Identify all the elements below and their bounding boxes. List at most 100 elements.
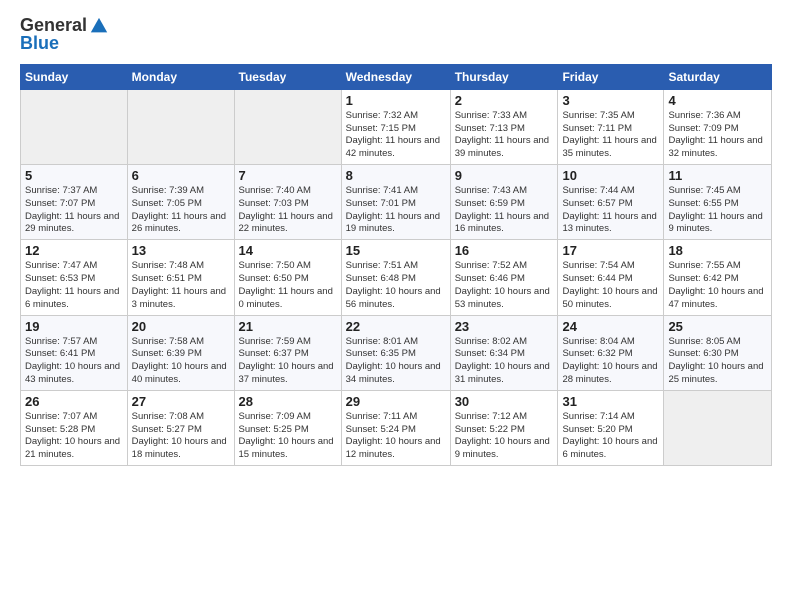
calendar-cell: 9 Sunrise: 7:43 AMSunset: 6:59 PMDaylight… — [450, 165, 558, 240]
calendar-cell: 18Sunrise: 7:55 AMSunset: 6:42 PMDayligh… — [664, 240, 772, 315]
day-number: 23 — [455, 319, 554, 334]
day-number: 2 — [455, 93, 554, 108]
day-info: Sunrise: 7:33 AMSunset: 7:13 PMDaylight:… — [455, 110, 554, 161]
day-number: 24 — [562, 319, 659, 334]
weekday-header-sunday: Sunday — [21, 64, 128, 89]
week-row-1: 1 Sunrise: 7:32 AMSunset: 7:15 PMDaylight… — [21, 89, 772, 164]
day-number: 13 — [132, 243, 230, 258]
day-info: Sunrise: 7:37 AMSunset: 7:07 PMDaylight:… — [25, 185, 123, 236]
day-info: Sunrise: 7:36 AMSunset: 7:09 PMDaylight:… — [668, 110, 767, 161]
calendar-cell: 11Sunrise: 7:45 AMSunset: 6:55 PMDayligh… — [664, 165, 772, 240]
calendar-cell — [664, 390, 772, 465]
day-number: 7 — [239, 168, 337, 183]
day-number: 1 — [346, 93, 446, 108]
calendar-cell: 16 Sunrise: 7:52 AMSunset: 6:46 PMDayligh… — [450, 240, 558, 315]
page: General Blue SundayMondayTuesdayWednesda… — [0, 0, 792, 476]
day-info: Sunrise: 7:44 AMSunset: 6:57 PMDaylight:… — [562, 185, 659, 236]
day-info: Sunrise: 7:12 AMSunset: 5:22 PMDaylight:… — [455, 411, 554, 462]
calendar-cell: 8 Sunrise: 7:41 AMSunset: 7:01 PMDaylight… — [341, 165, 450, 240]
calendar-cell: 27 Sunrise: 7:08 AMSunset: 5:27 PMDayligh… — [127, 390, 234, 465]
day-number: 26 — [25, 394, 123, 409]
calendar-cell — [21, 89, 128, 164]
calendar-cell: 14 Sunrise: 7:50 AMSunset: 6:50 PMDayligh… — [234, 240, 341, 315]
header: General Blue — [20, 16, 772, 54]
calendar-cell: 4 Sunrise: 7:36 AMSunset: 7:09 PMDaylight… — [664, 89, 772, 164]
day-number: 3 — [562, 93, 659, 108]
weekday-header-tuesday: Tuesday — [234, 64, 341, 89]
day-number: 25 — [668, 319, 767, 334]
day-number: 10 — [562, 168, 659, 183]
weekday-header-saturday: Saturday — [664, 64, 772, 89]
day-info: Sunrise: 7:58 AMSunset: 6:39 PMDaylight:… — [132, 336, 230, 387]
weekday-header-monday: Monday — [127, 64, 234, 89]
calendar-cell: 10 Sunrise: 7:44 AMSunset: 6:57 PMDayligh… — [558, 165, 664, 240]
calendar-cell: 2 Sunrise: 7:33 AMSunset: 7:13 PMDaylight… — [450, 89, 558, 164]
day-info: Sunrise: 7:52 AMSunset: 6:46 PMDaylight:… — [455, 260, 554, 311]
day-info: Sunrise: 7:40 AMSunset: 7:03 PMDaylight:… — [239, 185, 337, 236]
day-info: Sunrise: 7:07 AMSunset: 5:28 PMDaylight:… — [25, 411, 123, 462]
logo-blue-text: Blue — [20, 34, 109, 54]
day-number: 14 — [239, 243, 337, 258]
day-number: 30 — [455, 394, 554, 409]
calendar-cell: 25 Sunrise: 8:05 AMSunset: 6:30 PMDayligh… — [664, 315, 772, 390]
weekday-header-thursday: Thursday — [450, 64, 558, 89]
day-number: 18 — [668, 243, 767, 258]
day-info: Sunrise: 7:59 AMSunset: 6:37 PMDaylight:… — [239, 336, 337, 387]
calendar-cell: 5 Sunrise: 7:37 AMSunset: 7:07 PMDaylight… — [21, 165, 128, 240]
calendar-cell: 20 Sunrise: 7:58 AMSunset: 6:39 PMDayligh… — [127, 315, 234, 390]
day-info: Sunrise: 7:47 AMSunset: 6:53 PMDaylight:… — [25, 260, 123, 311]
calendar-cell: 31 Sunrise: 7:14 AMSunset: 5:20 PMDayligh… — [558, 390, 664, 465]
week-row-2: 5 Sunrise: 7:37 AMSunset: 7:07 PMDaylight… — [21, 165, 772, 240]
day-number: 31 — [562, 394, 659, 409]
day-number: 12 — [25, 243, 123, 258]
calendar-cell: 29 Sunrise: 7:11 AMSunset: 5:24 PMDayligh… — [341, 390, 450, 465]
day-info: Sunrise: 7:08 AMSunset: 5:27 PMDaylight:… — [132, 411, 230, 462]
logo: General Blue — [20, 16, 109, 54]
day-number: 27 — [132, 394, 230, 409]
day-number: 6 — [132, 168, 230, 183]
day-info: Sunrise: 7:50 AMSunset: 6:50 PMDaylight:… — [239, 260, 337, 311]
day-info: Sunrise: 7:43 AMSunset: 6:59 PMDaylight:… — [455, 185, 554, 236]
day-info: Sunrise: 8:02 AMSunset: 6:34 PMDaylight:… — [455, 336, 554, 387]
calendar-header-row: SundayMondayTuesdayWednesdayThursdayFrid… — [21, 64, 772, 89]
day-info: Sunrise: 7:45 AMSunset: 6:55 PMDaylight:… — [668, 185, 767, 236]
day-info: Sunrise: 7:48 AMSunset: 6:51 PMDaylight:… — [132, 260, 230, 311]
calendar-cell: 3 Sunrise: 7:35 AMSunset: 7:11 PMDaylight… — [558, 89, 664, 164]
day-number: 22 — [346, 319, 446, 334]
day-info: Sunrise: 7:35 AMSunset: 7:11 PMDaylight:… — [562, 110, 659, 161]
day-number: 21 — [239, 319, 337, 334]
day-info: Sunrise: 7:32 AMSunset: 7:15 PMDaylight:… — [346, 110, 446, 161]
day-info: Sunrise: 8:05 AMSunset: 6:30 PMDaylight:… — [668, 336, 767, 387]
weekday-header-wednesday: Wednesday — [341, 64, 450, 89]
calendar-cell: 21 Sunrise: 7:59 AMSunset: 6:37 PMDayligh… — [234, 315, 341, 390]
calendar-cell — [234, 89, 341, 164]
calendar-table: SundayMondayTuesdayWednesdayThursdayFrid… — [20, 64, 772, 466]
calendar-cell — [127, 89, 234, 164]
calendar-cell: 23 Sunrise: 8:02 AMSunset: 6:34 PMDayligh… — [450, 315, 558, 390]
calendar-cell: 24 Sunrise: 8:04 AMSunset: 6:32 PMDayligh… — [558, 315, 664, 390]
day-number: 16 — [455, 243, 554, 258]
calendar-cell: 17Sunrise: 7:54 AMSunset: 6:44 PMDayligh… — [558, 240, 664, 315]
day-info: Sunrise: 7:11 AMSunset: 5:24 PMDaylight:… — [346, 411, 446, 462]
day-info: Sunrise: 7:41 AMSunset: 7:01 PMDaylight:… — [346, 185, 446, 236]
calendar-cell: 22 Sunrise: 8:01 AMSunset: 6:35 PMDayligh… — [341, 315, 450, 390]
day-number: 5 — [25, 168, 123, 183]
day-info: Sunrise: 7:54 AMSunset: 6:44 PMDaylight:… — [562, 260, 659, 311]
calendar-cell: 30 Sunrise: 7:12 AMSunset: 5:22 PMDayligh… — [450, 390, 558, 465]
day-info: Sunrise: 7:51 AMSunset: 6:48 PMDaylight:… — [346, 260, 446, 311]
day-info: Sunrise: 7:14 AMSunset: 5:20 PMDaylight:… — [562, 411, 659, 462]
calendar-cell: 28 Sunrise: 7:09 AMSunset: 5:25 PMDayligh… — [234, 390, 341, 465]
day-number: 9 — [455, 168, 554, 183]
day-number: 20 — [132, 319, 230, 334]
day-number: 28 — [239, 394, 337, 409]
day-number: 4 — [668, 93, 767, 108]
day-number: 29 — [346, 394, 446, 409]
week-row-4: 19Sunrise: 7:57 AMSunset: 6:41 PMDayligh… — [21, 315, 772, 390]
calendar-cell: 1 Sunrise: 7:32 AMSunset: 7:15 PMDaylight… — [341, 89, 450, 164]
day-info: Sunrise: 8:01 AMSunset: 6:35 PMDaylight:… — [346, 336, 446, 387]
calendar-cell: 12 Sunrise: 7:47 AMSunset: 6:53 PMDayligh… — [21, 240, 128, 315]
day-info: Sunrise: 8:04 AMSunset: 6:32 PMDaylight:… — [562, 336, 659, 387]
day-number: 8 — [346, 168, 446, 183]
day-info: Sunrise: 7:09 AMSunset: 5:25 PMDaylight:… — [239, 411, 337, 462]
calendar-cell: 6Sunrise: 7:39 AMSunset: 7:05 PMDaylight… — [127, 165, 234, 240]
